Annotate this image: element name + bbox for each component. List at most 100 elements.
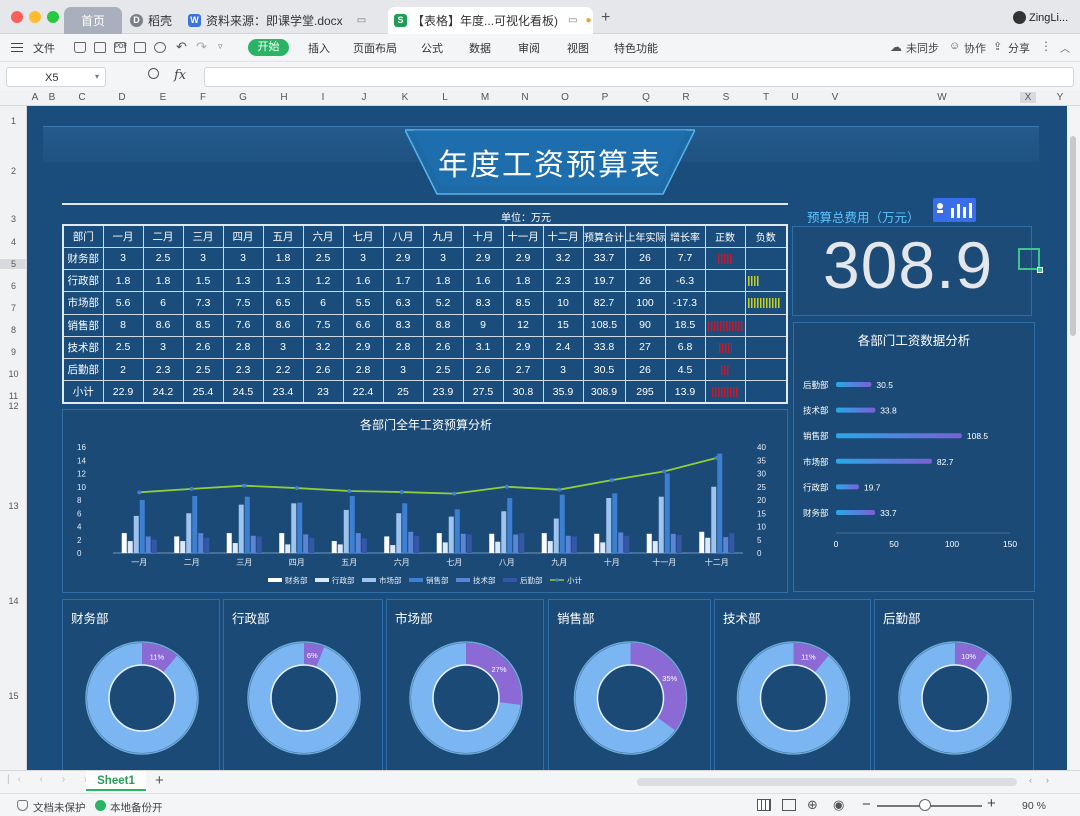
dashboard-canvas[interactable]: 年度工资预算表 单位：万元 部门 一月 二月 三月 四月 五月 六月 七月 八月 九月 十月 十一月十…	[27, 106, 1067, 770]
redo-icon[interactable]: ↷	[196, 39, 207, 55]
eye-protect-icon[interactable]: ◉	[833, 797, 844, 813]
page-view-icon[interactable]	[782, 799, 796, 811]
bar-行政部	[705, 537, 711, 553]
column-header-c[interactable]: C	[74, 92, 90, 103]
column-header-u[interactable]: U	[787, 92, 803, 103]
row-header-7[interactable]: 7	[0, 303, 27, 313]
tab-insert[interactable]: 插入	[308, 40, 330, 56]
vertical-scrollbar[interactable]	[1067, 106, 1080, 770]
collapse-ribbon-icon[interactable]: ︿	[1060, 40, 1070, 55]
screen-icon[interactable]: ▭	[568, 15, 577, 26]
tab-data[interactable]: 数据	[469, 40, 491, 56]
row-header-1[interactable]: 1	[0, 116, 27, 126]
row-header-5[interactable]: 5	[0, 259, 27, 269]
collaborate-button[interactable]: 协作	[964, 40, 986, 56]
new-tab-plus-icon[interactable]: +	[601, 9, 610, 27]
column-header-e[interactable]: E	[155, 92, 171, 103]
zoom-level[interactable]: 90 %	[1022, 800, 1046, 812]
tab-special-features[interactable]: 特色功能	[614, 40, 658, 56]
more-options-icon[interactable]: ⋮	[1040, 39, 1052, 53]
column-header-a[interactable]: A	[27, 92, 43, 103]
sync-status[interactable]: 未同步	[906, 40, 939, 56]
vertical-scroll-thumb[interactable]	[1070, 136, 1076, 336]
column-header-h[interactable]: H	[276, 92, 292, 103]
protection-status[interactable]: 文档未保护	[33, 800, 86, 815]
column-header-x[interactable]: X	[1020, 92, 1036, 103]
sheet-tab-sheet1[interactable]: Sheet1	[86, 771, 146, 791]
tab-view[interactable]: 视图	[567, 40, 589, 56]
add-sheet-plus-icon[interactable]: +	[155, 772, 164, 789]
row-header-6[interactable]: 6	[0, 281, 27, 291]
column-header-l[interactable]: L	[437, 92, 453, 103]
zoom-out-icon[interactable]: −	[862, 796, 871, 813]
tab-formula[interactable]: 公式	[421, 40, 443, 56]
row-header-13[interactable]: 13	[0, 501, 27, 511]
formula-input[interactable]	[204, 67, 1074, 87]
column-header-m[interactable]: M	[477, 92, 493, 103]
scroll-left-icon[interactable]: ‹	[1029, 775, 1032, 785]
tab-spreadsheet-active[interactable]: S 【表格】年度...可视化看板) ▭ ●	[388, 7, 593, 34]
column-header-i[interactable]: I	[315, 92, 331, 103]
zoom-in-icon[interactable]: +	[987, 795, 996, 812]
open-folder-icon[interactable]	[74, 42, 86, 53]
column-header-f[interactable]: F	[195, 92, 211, 103]
row-header-4[interactable]: 4	[0, 237, 27, 247]
column-header-w[interactable]: W	[934, 92, 950, 103]
print-icon[interactable]	[134, 42, 146, 53]
fill-handle[interactable]	[1037, 267, 1043, 273]
hamburger-menu-icon[interactable]	[11, 43, 23, 52]
file-menu[interactable]: 文件	[33, 40, 55, 56]
column-header-b[interactable]: B	[44, 92, 60, 103]
column-header-s[interactable]: S	[718, 92, 734, 103]
maximize-window-button[interactable]	[47, 11, 59, 23]
user-name[interactable]: ZingLi...	[1029, 12, 1068, 24]
export-pdf-icon[interactable]: PDF	[114, 42, 127, 53]
backup-status[interactable]: 本地备份开	[110, 800, 163, 815]
tab-start[interactable]: 开始	[248, 39, 289, 56]
bar-后勤部	[571, 536, 577, 553]
horizontal-scroll-thumb[interactable]	[637, 778, 1017, 786]
row-header-3[interactable]: 3	[0, 214, 27, 224]
zoom-search-icon[interactable]	[148, 68, 159, 79]
column-header-p[interactable]: P	[597, 92, 613, 103]
close-window-button[interactable]	[11, 11, 23, 23]
name-box[interactable]: X5 ▾	[6, 67, 106, 87]
column-header-d[interactable]: D	[114, 92, 130, 103]
zoom-slider-thumb[interactable]	[919, 799, 931, 811]
column-header-o[interactable]: O	[557, 92, 573, 103]
row-header-8[interactable]: 8	[0, 325, 27, 335]
column-header-k[interactable]: K	[397, 92, 413, 103]
normal-view-icon[interactable]	[757, 799, 771, 811]
row-header-12[interactable]: 12	[0, 401, 27, 411]
column-header-g[interactable]: G	[235, 92, 251, 103]
screen-icon[interactable]: ▭	[357, 15, 366, 26]
row-header-2[interactable]: 2	[0, 166, 27, 176]
save-icon[interactable]	[94, 42, 106, 53]
page-break-view-icon[interactable]: ⊕	[807, 797, 818, 813]
tab-review[interactable]: 审阅	[518, 40, 540, 56]
scroll-right-icon[interactable]: ›	[1046, 775, 1049, 785]
column-header-j[interactable]: J	[356, 92, 372, 103]
column-header-t[interactable]: T	[758, 92, 774, 103]
undo-icon[interactable]: ↶	[176, 39, 187, 55]
row-header-9[interactable]: 9	[0, 347, 27, 357]
insert-function-icon[interactable]: fx	[174, 68, 186, 83]
avatar[interactable]	[1013, 11, 1026, 24]
share-button[interactable]: 分享	[1008, 40, 1030, 56]
column-header-v[interactable]: V	[827, 92, 843, 103]
tab-page-layout[interactable]: 页面布局	[353, 40, 397, 56]
column-header-r[interactable]: R	[678, 92, 694, 103]
print-preview-icon[interactable]	[154, 42, 166, 53]
column-header-q[interactable]: Q	[638, 92, 654, 103]
tab-doc-source[interactable]: W 资料来源：即课学堂.docx ▭	[182, 7, 372, 34]
row-header-15[interactable]: 15	[0, 691, 27, 701]
column-header-n[interactable]: N	[517, 92, 533, 103]
tab-docer[interactable]: D 稻壳	[124, 7, 180, 34]
row-header-14[interactable]: 14	[0, 596, 27, 606]
tab-home[interactable]: 首页	[64, 7, 122, 34]
minimize-window-button[interactable]	[29, 11, 41, 23]
column-header-y[interactable]: Y	[1052, 92, 1068, 103]
row-header-10[interactable]: 10	[0, 369, 27, 379]
row-header-11[interactable]: 11	[0, 391, 27, 401]
more-quick-icon[interactable]: ▿	[218, 41, 223, 52]
